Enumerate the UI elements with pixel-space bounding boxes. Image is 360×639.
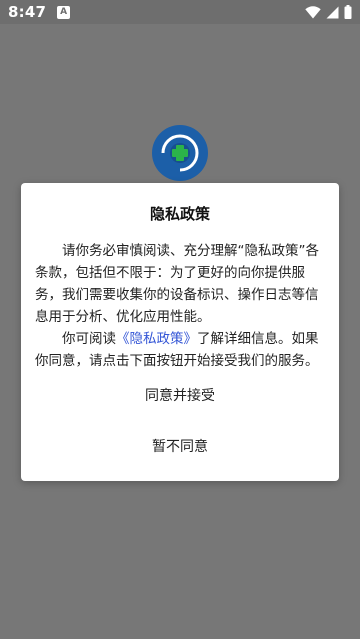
battery-icon bbox=[344, 5, 352, 19]
status-bar: 8:47 A bbox=[0, 0, 360, 24]
policy-paragraph-2: 你可阅读《隐私政策》了解详细信息。如果你同意，请点击下面按钮开始接受我们的服务。 bbox=[35, 328, 325, 372]
privacy-dialog: 隐私政策 请你务必审慎阅读、充分理解“隐私政策”各条款，包括但不限于：为了更好的… bbox=[21, 183, 339, 481]
policy-paragraph-1: 请你务必审慎阅读、充分理解“隐私政策”各条款，包括但不限于：为了更好的向你提供服… bbox=[35, 243, 319, 325]
notification-icon: A bbox=[57, 5, 71, 19]
status-icons bbox=[305, 5, 352, 19]
disagree-button[interactable]: 暂不同意 bbox=[21, 436, 339, 456]
dialog-title: 隐私政策 bbox=[149, 205, 210, 223]
privacy-policy-link[interactable]: 《隐私政策》 bbox=[116, 331, 197, 347]
app-logo-icon bbox=[152, 125, 208, 181]
wifi-icon bbox=[305, 5, 321, 19]
signal-icon bbox=[326, 6, 339, 18]
status-time: 8:47 bbox=[8, 3, 47, 21]
agree-button[interactable]: 同意并接受 bbox=[21, 385, 339, 405]
paragraph-2-prefix: 你可阅读 bbox=[62, 331, 116, 347]
dialog-body: 请你务必审慎阅读、充分理解“隐私政策”各条款，包括但不限于：为了更好的向你提供服… bbox=[35, 240, 325, 372]
